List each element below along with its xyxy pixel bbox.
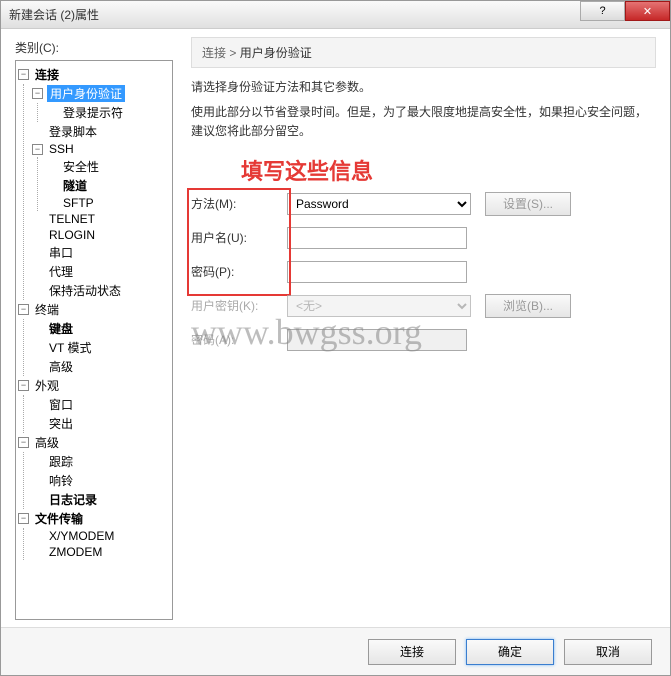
- pass2-input: [287, 329, 467, 351]
- password-input[interactable]: [287, 261, 467, 283]
- breadcrumb: 连接 > 用户身份验证: [191, 37, 656, 68]
- window-buttons: ? ✕: [580, 1, 670, 21]
- category-tree[interactable]: − 连接 − 用户身份验证 登录提示符 登录脚本 − SSH: [15, 60, 173, 620]
- tree-node-login-script[interactable]: 登录脚本: [32, 122, 170, 141]
- ok-button[interactable]: 确定: [466, 639, 554, 665]
- row-pass2: 密码(A):: [191, 328, 656, 352]
- tree-node-proxy[interactable]: 代理: [32, 262, 170, 281]
- window-title: 新建会话 (2)属性: [9, 6, 99, 23]
- collapse-icon[interactable]: −: [18, 380, 29, 391]
- form-area: 方法(M): Password 设置(S)... 用户名(U): 密码(P): …: [191, 192, 656, 352]
- tree-node-rlogin[interactable]: RLOGIN: [32, 227, 170, 243]
- footer: 连接 确定 取消: [1, 627, 670, 675]
- breadcrumb-root: 连接: [202, 46, 226, 60]
- tree-node-ssh[interactable]: − SSH: [32, 141, 170, 157]
- row-method: 方法(M): Password 设置(S)...: [191, 192, 656, 216]
- tree-node-appearance[interactable]: − 外观: [18, 376, 170, 395]
- username-input[interactable]: [287, 227, 467, 249]
- browse-button[interactable]: 浏览(B)...: [485, 294, 571, 318]
- collapse-icon[interactable]: −: [32, 144, 43, 155]
- content-area: 类别(C): − 连接 − 用户身份验证 登录提示符 登录脚本: [1, 29, 670, 625]
- breadcrumb-sep: >: [229, 46, 236, 60]
- tree-node-terminal[interactable]: − 终端: [18, 300, 170, 319]
- left-panel: 类别(C): − 连接 − 用户身份验证 登录提示符 登录脚本: [1, 29, 177, 625]
- collapse-icon[interactable]: −: [18, 437, 29, 448]
- method-label: 方法(M):: [191, 195, 287, 212]
- right-panel: 连接 > 用户身份验证 请选择身份验证方法和其它参数。 使用此部分以节省登录时间…: [177, 29, 670, 625]
- tree-node-highlight[interactable]: 突出: [32, 414, 170, 433]
- row-userkey: 用户密钥(K): <无> 浏览(B)...: [191, 294, 656, 318]
- collapse-icon[interactable]: −: [18, 304, 29, 315]
- annotation-text: 填写这些信息: [241, 154, 656, 186]
- tree-node-xymodem[interactable]: X/YMODEM: [32, 528, 170, 544]
- tree-node-log[interactable]: 日志记录: [32, 490, 170, 509]
- category-label: 类别(C):: [15, 39, 173, 56]
- userkey-select: <无>: [287, 295, 471, 317]
- description-1: 请选择身份验证方法和其它参数。: [191, 78, 656, 97]
- tree-node-window[interactable]: 窗口: [32, 395, 170, 414]
- tree-node-vt[interactable]: VT 模式: [32, 338, 170, 357]
- tree-node-advanced[interactable]: − 高级: [18, 433, 170, 452]
- tree-node-term-adv[interactable]: 高级: [32, 357, 170, 376]
- password-label: 密码(P):: [191, 263, 287, 280]
- method-select[interactable]: Password: [287, 193, 471, 215]
- titlebar: 新建会话 (2)属性 ? ✕: [1, 1, 670, 29]
- tree-node-keepalive[interactable]: 保持活动状态: [32, 281, 170, 300]
- tree-node-tunnel[interactable]: 隧道: [46, 176, 170, 195]
- tree-node-login-prompt[interactable]: 登录提示符: [46, 103, 170, 122]
- cancel-button[interactable]: 取消: [564, 639, 652, 665]
- tree-node-security[interactable]: 安全性: [46, 157, 170, 176]
- tree-node-zmodem[interactable]: ZMODEM: [32, 544, 170, 560]
- close-button[interactable]: ✕: [625, 1, 670, 21]
- userkey-label: 用户密钥(K):: [191, 297, 287, 314]
- pass2-label: 密码(A):: [191, 331, 287, 348]
- tree-node-bell[interactable]: 响铃: [32, 471, 170, 490]
- tree-node-serial[interactable]: 串口: [32, 243, 170, 262]
- collapse-icon[interactable]: −: [32, 88, 43, 99]
- tree-node-connection[interactable]: − 连接: [18, 65, 170, 84]
- tree-node-transfer[interactable]: − 文件传输: [18, 509, 170, 528]
- dialog-window: 新建会话 (2)属性 ? ✕ 类别(C): − 连接 − 用户身份验证: [0, 0, 671, 676]
- breadcrumb-current: 用户身份验证: [240, 46, 312, 60]
- help-button[interactable]: ?: [580, 1, 625, 21]
- connect-button[interactable]: 连接: [368, 639, 456, 665]
- settings-button[interactable]: 设置(S)...: [485, 192, 571, 216]
- description-2: 使用此部分以节省登录时间。但是，为了最大限度地提高安全性，如果担心安全问题，建议…: [191, 103, 656, 141]
- collapse-icon[interactable]: −: [18, 513, 29, 524]
- tree-node-keyboard[interactable]: 键盘: [32, 319, 170, 338]
- tree-node-auth[interactable]: − 用户身份验证: [32, 84, 170, 103]
- row-username: 用户名(U):: [191, 226, 656, 250]
- username-label: 用户名(U):: [191, 229, 287, 246]
- tree-node-telnet[interactable]: TELNET: [32, 211, 170, 227]
- row-password: 密码(P):: [191, 260, 656, 284]
- tree-node-trace[interactable]: 跟踪: [32, 452, 170, 471]
- collapse-icon[interactable]: −: [18, 69, 29, 80]
- tree-node-sftp[interactable]: SFTP: [46, 195, 170, 211]
